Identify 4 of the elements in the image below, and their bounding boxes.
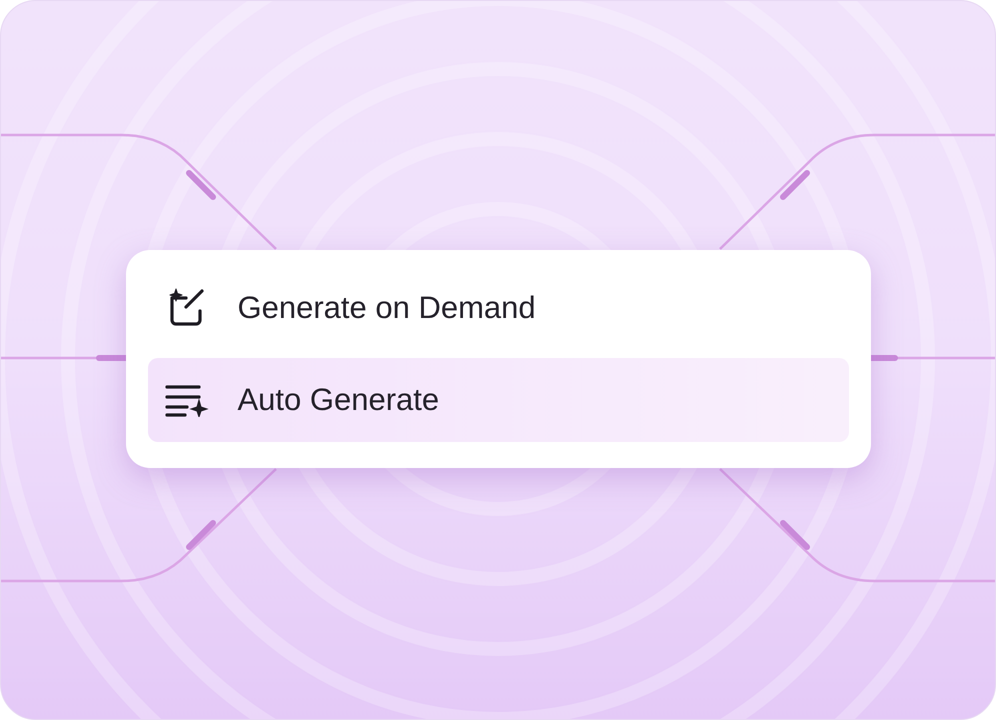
- menu-item-label: Generate on Demand: [238, 288, 536, 327]
- menu-item[interactable]: Auto Generate: [148, 358, 848, 442]
- list-sparkle-icon: [164, 383, 208, 417]
- menu-item-label: Auto Generate: [238, 380, 440, 419]
